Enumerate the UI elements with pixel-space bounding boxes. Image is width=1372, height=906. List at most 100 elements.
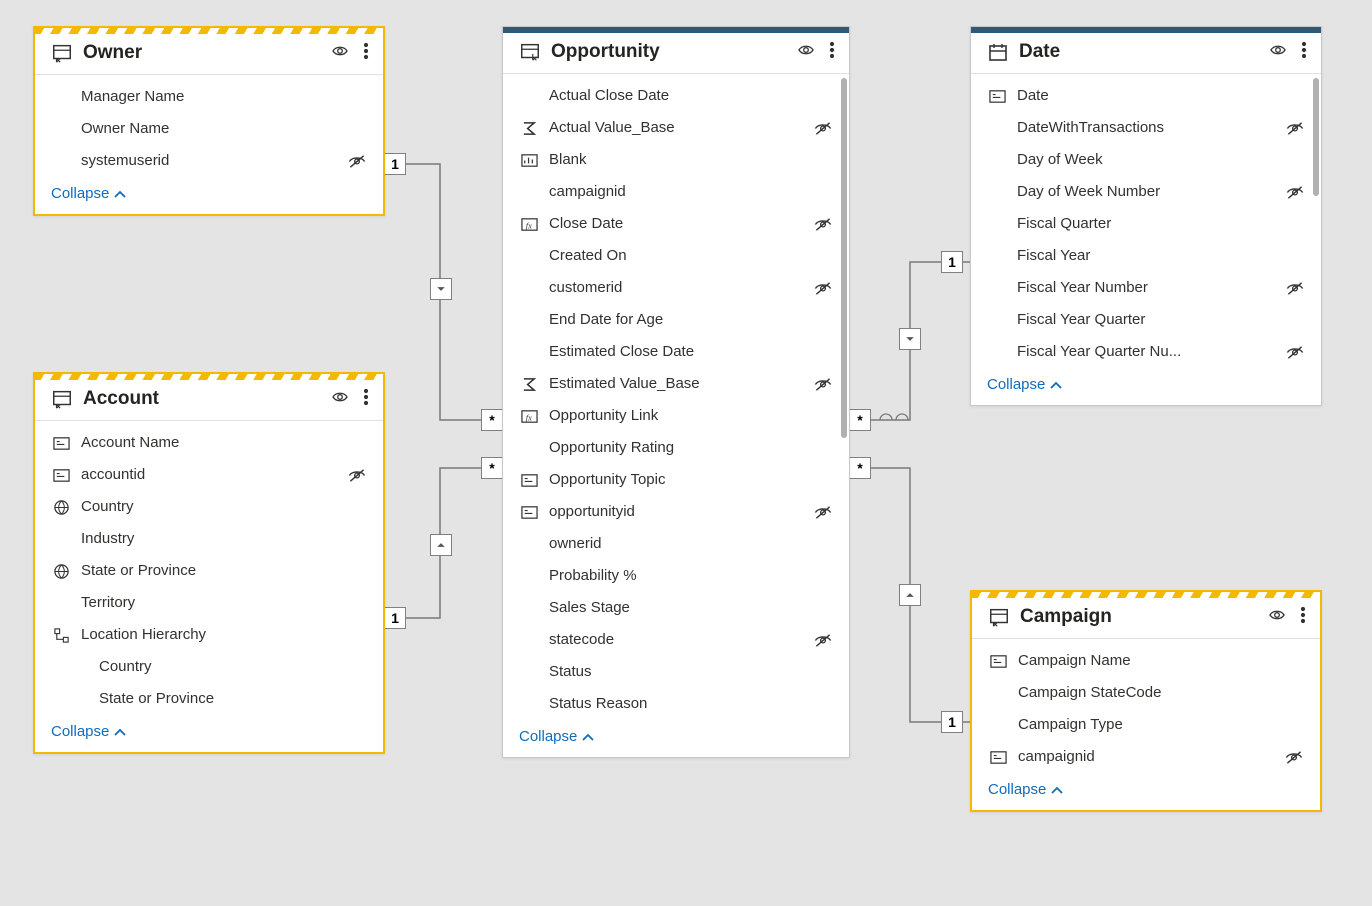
field-row[interactable]: Day of Week (971, 144, 1321, 176)
field-row[interactable]: campaignid (972, 741, 1320, 773)
field-row[interactable]: Fiscal Year (971, 240, 1321, 272)
field-label: Day of Week (1017, 148, 1283, 172)
field-label: Probability % (549, 564, 811, 588)
field-row[interactable]: Owner Name (35, 113, 383, 145)
field-row[interactable]: Country (35, 491, 383, 523)
cardinality-badge: 1 (941, 711, 963, 733)
field-row[interactable]: systemuserid (35, 145, 383, 177)
field-label: Opportunity Link (549, 404, 811, 428)
field-row[interactable]: Fiscal Year Quarter (971, 304, 1321, 336)
table-opportunity[interactable]: Opportunity Actual Close DateActual Valu… (502, 26, 850, 758)
table-header[interactable]: Owner (35, 34, 383, 75)
field-row[interactable]: Opportunity Link (503, 400, 849, 432)
field-row[interactable]: State or Province (35, 555, 383, 587)
table-header[interactable]: Campaign (972, 598, 1320, 639)
cardinality-badge: 1 (941, 251, 963, 273)
field-row[interactable]: Campaign StateCode (972, 677, 1320, 709)
field-label: Fiscal Quarter (1017, 212, 1283, 236)
field-row[interactable]: customerid (503, 272, 849, 304)
field-row[interactable]: Date (971, 80, 1321, 112)
hidden-icon (345, 153, 369, 170)
field-row[interactable]: Account Name (35, 427, 383, 459)
table-title: Owner (83, 42, 329, 64)
table-header[interactable]: Date (971, 33, 1321, 74)
field-row[interactable]: Location Hierarchy (35, 619, 383, 651)
field-row[interactable]: Fiscal Year Quarter Nu... (971, 336, 1321, 368)
field-row[interactable]: Country (35, 651, 383, 683)
visibility-icon[interactable] (329, 389, 351, 409)
more-icon[interactable] (1301, 41, 1307, 63)
table-header[interactable]: Account (35, 380, 383, 421)
cardinality-badge: 1 (384, 153, 406, 175)
field-row[interactable]: accountid (35, 459, 383, 491)
field-label: Blank (549, 148, 811, 172)
collapse-button[interactable]: Collapse (35, 715, 383, 752)
field-row[interactable]: statecode (503, 624, 849, 656)
field-row[interactable]: Fiscal Quarter (971, 208, 1321, 240)
table-owner[interactable]: Owner Manager Name Owner Name systemuserid… (33, 26, 385, 216)
field-row[interactable]: ownerid (503, 528, 849, 560)
field-row[interactable]: Estimated Value_Base (503, 368, 849, 400)
field-row[interactable]: Territory (35, 587, 383, 619)
field-row[interactable]: Created On (503, 240, 849, 272)
more-icon[interactable] (363, 388, 369, 410)
field-row[interactable]: Fiscal Year Number (971, 272, 1321, 304)
field-row[interactable]: Status (503, 656, 849, 688)
table-icon (988, 606, 1010, 628)
collapse-button[interactable]: Collapse (35, 177, 383, 214)
field-row[interactable]: DateWithTransactions (971, 112, 1321, 144)
field-row[interactable]: Campaign Type (972, 709, 1320, 741)
more-icon[interactable] (1300, 606, 1306, 628)
field-row[interactable]: Opportunity Topic (503, 464, 849, 496)
more-icon[interactable] (829, 41, 835, 63)
table-title: Opportunity (551, 41, 795, 63)
field-label: statecode (549, 628, 811, 652)
collapse-button[interactable]: Collapse (972, 773, 1320, 810)
visibility-icon[interactable] (1266, 607, 1288, 627)
table-campaign[interactable]: Campaign Campaign Name Campaign StateCode… (970, 590, 1322, 812)
scrollbar-thumb[interactable] (1313, 78, 1319, 196)
field-label: Campaign Name (1018, 649, 1282, 673)
field-label: State or Province (81, 559, 345, 583)
table-header[interactable]: Opportunity (503, 33, 849, 74)
field-row[interactable]: Campaign Name (972, 645, 1320, 677)
collapse-button[interactable]: Collapse (971, 368, 1321, 405)
text-type-icon (987, 88, 1007, 105)
field-row[interactable]: State or Province (35, 683, 383, 715)
date-icon (987, 41, 1009, 63)
field-label: systemuserid (81, 149, 345, 173)
field-row[interactable]: campaignid (503, 176, 849, 208)
field-row[interactable]: Actual Close Date (503, 80, 849, 112)
chevron-up-icon (1050, 783, 1064, 797)
field-row[interactable]: End Date for Age (503, 304, 849, 336)
field-row[interactable]: Close Date (503, 208, 849, 240)
more-icon[interactable] (363, 42, 369, 64)
visibility-icon[interactable] (1267, 42, 1289, 62)
field-row[interactable]: Day of Week Number (971, 176, 1321, 208)
collapse-label: Collapse (988, 781, 1046, 798)
scrollbar-thumb[interactable] (841, 78, 847, 438)
visibility-icon[interactable] (795, 42, 817, 62)
field-row[interactable]: Status Reason (503, 688, 849, 720)
field-row[interactable]: Estimated Close Date (503, 336, 849, 368)
cardinality-badge: * (849, 409, 871, 431)
hidden-icon (1283, 280, 1307, 297)
field-row[interactable]: Manager Name (35, 81, 383, 113)
model-canvas[interactable]: 1 * 1 * 1 * 1 * Owner Manager NameOwner … (0, 0, 1372, 906)
hidden-icon (345, 467, 369, 484)
field-label: Country (81, 655, 345, 679)
field-row[interactable]: Blank (503, 144, 849, 176)
field-row[interactable]: Probability % (503, 560, 849, 592)
table-date[interactable]: Date DateDateWithTransactionsDay of Week… (970, 26, 1322, 406)
field-row[interactable]: Industry (35, 523, 383, 555)
field-row[interactable]: Actual Value_Base (503, 112, 849, 144)
collapse-button[interactable]: Collapse (503, 720, 849, 757)
chevron-up-icon (113, 187, 127, 201)
field-row[interactable]: Opportunity Rating (503, 432, 849, 464)
visibility-icon[interactable] (329, 43, 351, 63)
field-row[interactable]: Sales Stage (503, 592, 849, 624)
field-label: Owner Name (81, 117, 345, 141)
chevron-up-icon (581, 730, 595, 744)
table-account[interactable]: Account Account NameaccountidCountryIndu… (33, 372, 385, 754)
field-row[interactable]: opportunityid (503, 496, 849, 528)
